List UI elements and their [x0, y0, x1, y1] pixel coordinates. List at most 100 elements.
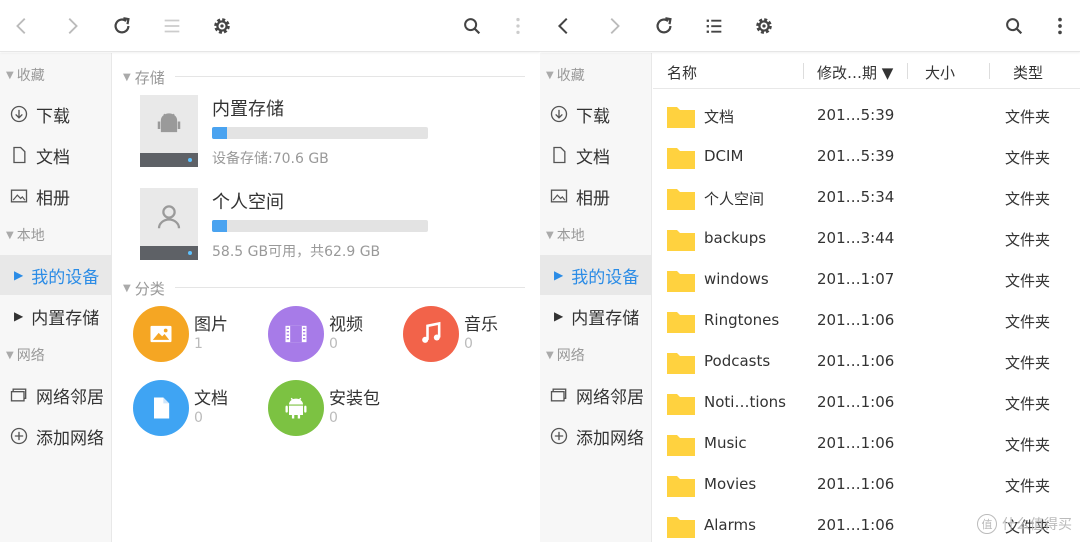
- forward-icon[interactable]: [598, 10, 630, 42]
- file-row[interactable]: Music 201…1:06 文件夹: [653, 423, 1080, 464]
- drive-icon: [140, 95, 198, 167]
- category-documents[interactable]: 文档 0: [133, 380, 263, 440]
- section-label: 收藏: [16, 68, 45, 84]
- category-music[interactable]: 音乐 0: [403, 306, 533, 366]
- file-date: 201…1:06: [817, 516, 895, 534]
- category-count: 0: [329, 410, 338, 426]
- more-icon[interactable]: [1044, 10, 1076, 42]
- refresh-icon[interactable]: [106, 10, 138, 42]
- file-name: Ringtones: [704, 311, 780, 329]
- file-name: Alarms: [704, 516, 756, 534]
- section-network[interactable]: ▼ 网络: [0, 338, 112, 372]
- more-icon[interactable]: [502, 10, 534, 42]
- search-icon[interactable]: [998, 10, 1030, 42]
- sidebar-item-downloads[interactable]: 下载: [540, 94, 652, 134]
- android-icon: [268, 380, 324, 436]
- settings-icon[interactable]: [206, 10, 238, 42]
- sidebar-item-add-network[interactable]: 添加网络: [0, 416, 112, 456]
- sidebar-item-documents[interactable]: 文档: [0, 135, 112, 175]
- divider: [175, 76, 525, 77]
- category-video[interactable]: 视频 0: [268, 306, 398, 366]
- sidebar-item-downloads[interactable]: 下载: [0, 94, 112, 134]
- column-type[interactable]: 类型: [1013, 62, 1043, 83]
- file-name: 文档: [704, 108, 735, 126]
- sidebar-item-label: 下载: [36, 106, 70, 127]
- column-name[interactable]: 名称: [667, 62, 697, 83]
- back-icon[interactable]: [6, 10, 38, 42]
- sidebar-item-my-device[interactable]: ▶ 我的设备: [540, 255, 652, 295]
- sidebar-item-network-neighborhood[interactable]: 网络邻居: [540, 375, 652, 415]
- file-date: 201…5:39: [817, 106, 895, 124]
- storage-item-internal[interactable]: 内置存储 设备存储:70.6 GB: [140, 95, 530, 180]
- file-type: 文件夹: [1005, 395, 1051, 413]
- folder-icon: [667, 189, 695, 210]
- refresh-icon[interactable]: [648, 10, 680, 42]
- column-divider[interactable]: [803, 63, 804, 79]
- file-type: 文件夹: [1005, 108, 1051, 126]
- file-type: 文件夹: [1005, 149, 1051, 167]
- back-icon[interactable]: [548, 10, 580, 42]
- storage-info: 设备存储:70.6 GB: [212, 151, 329, 167]
- search-icon[interactable]: [456, 10, 488, 42]
- sidebar-item-album[interactable]: 相册: [0, 176, 112, 216]
- forward-icon[interactable]: [56, 10, 88, 42]
- category-images[interactable]: 图片 1: [133, 306, 263, 366]
- section-label: 本地: [16, 228, 45, 244]
- section-local[interactable]: ▼ 本地: [540, 218, 652, 252]
- category-section-header: ▼ 分类: [123, 280, 165, 298]
- file-date: 201…1:06: [817, 311, 895, 329]
- list-view-icon[interactable]: [698, 10, 730, 42]
- section-local[interactable]: ▼ 本地: [0, 218, 112, 252]
- sidebar-item-network-neighborhood[interactable]: 网络邻居: [0, 375, 112, 415]
- sidebar-item-label: 网络邻居: [36, 387, 104, 408]
- file-name: 个人空间: [704, 190, 765, 208]
- file-row[interactable]: 文档 201…5:39 文件夹: [653, 95, 1080, 136]
- film-icon: [268, 306, 324, 362]
- section-favorites[interactable]: ▼ 收藏: [0, 58, 112, 92]
- file-date: 201…1:06: [817, 434, 895, 452]
- file-name: Noti…tions: [704, 393, 786, 411]
- file-row[interactable]: Noti…tions 201…1:06 文件夹: [653, 382, 1080, 423]
- sidebar-item-internal-storage[interactable]: ▶ 内置存储: [540, 296, 652, 336]
- folder-icon: [667, 353, 695, 374]
- file-date: 201…5:39: [817, 147, 895, 165]
- category-apks[interactable]: 安装包 0: [268, 380, 398, 440]
- section-label: 分类: [134, 280, 165, 298]
- category-name: 视频: [329, 315, 363, 335]
- sidebar-item-album[interactable]: 相册: [540, 176, 652, 216]
- file-row[interactable]: backups 201…3:44 文件夹: [653, 218, 1080, 259]
- column-divider[interactable]: [989, 63, 990, 79]
- watermark-text: 什么值得买: [1002, 517, 1072, 533]
- sidebar-item-add-network[interactable]: 添加网络: [540, 416, 652, 456]
- settings-icon[interactable]: [748, 10, 780, 42]
- file-row[interactable]: 个人空间 201…5:34 文件夹: [653, 177, 1080, 218]
- folder-icon: [667, 394, 695, 415]
- file-date: 201…1:06: [817, 352, 895, 370]
- file-row[interactable]: Movies 201…1:06 文件夹: [653, 464, 1080, 505]
- music-icon: [403, 306, 459, 362]
- download-icon: [8, 103, 30, 125]
- file-row[interactable]: Ringtones 201…1:06 文件夹: [653, 300, 1080, 341]
- list-view-icon[interactable]: [156, 10, 188, 42]
- section-label: 收藏: [556, 68, 585, 84]
- column-size[interactable]: 大小: [925, 62, 955, 83]
- file-row[interactable]: Podcasts 201…1:06 文件夹: [653, 341, 1080, 382]
- sidebar-item-label: 相册: [576, 188, 610, 209]
- file-row[interactable]: DCIM 201…5:39 文件夹: [653, 136, 1080, 177]
- category-count: 0: [194, 410, 203, 426]
- storage-usage-bar: [212, 220, 428, 232]
- toolbar: [0, 0, 540, 52]
- section-favorites[interactable]: ▼ 收藏: [540, 58, 652, 92]
- column-modified[interactable]: 修改…期 ▼: [817, 62, 893, 83]
- folder-icon: [667, 148, 695, 169]
- sidebar-item-internal-storage[interactable]: ▶ 内置存储: [0, 296, 112, 336]
- folder-icon: [667, 312, 695, 333]
- document-icon: [133, 380, 189, 436]
- file-type: 文件夹: [1005, 190, 1051, 208]
- file-row[interactable]: windows 201…1:07 文件夹: [653, 259, 1080, 300]
- column-divider[interactable]: [907, 63, 908, 79]
- sidebar-item-documents[interactable]: 文档: [540, 135, 652, 175]
- section-network[interactable]: ▼ 网络: [540, 338, 652, 372]
- storage-item-personal[interactable]: 个人空间 58.5 GB可用，共62.9 GB: [140, 188, 530, 273]
- sidebar-item-my-device[interactable]: ▶ 我的设备: [0, 255, 112, 295]
